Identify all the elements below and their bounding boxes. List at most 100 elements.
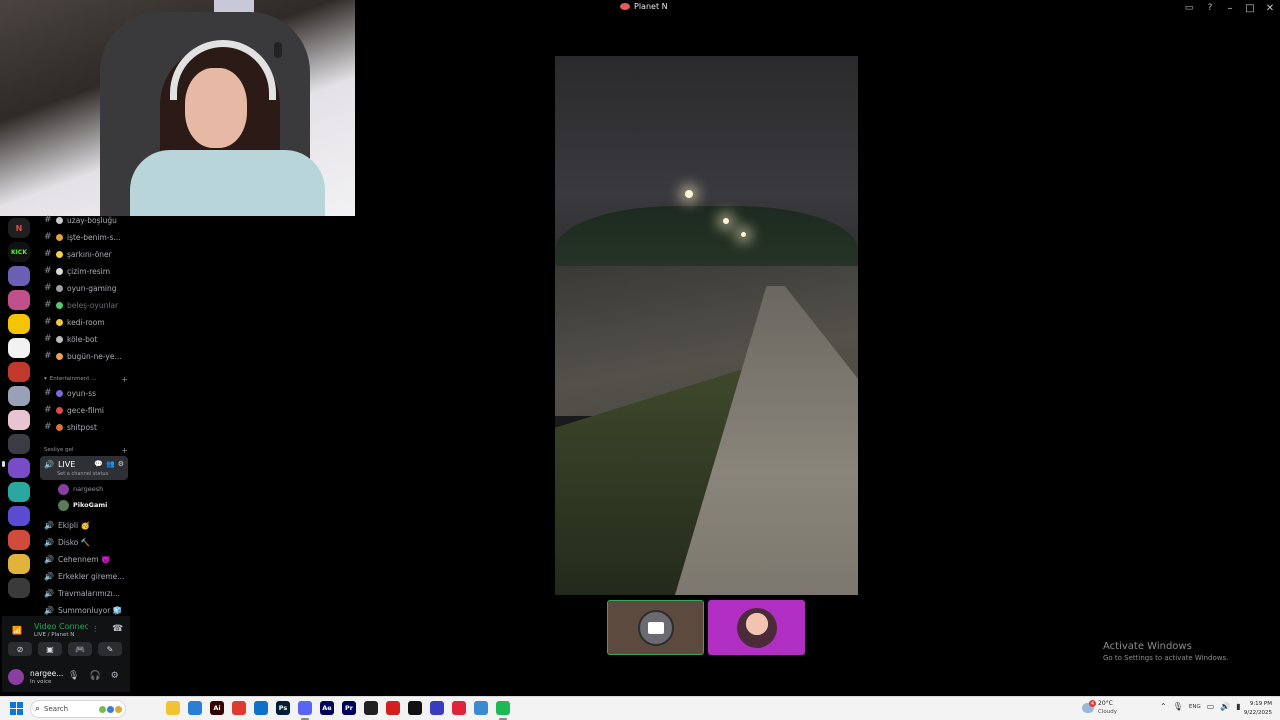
microphone-icon[interactable]: 🎙	[68, 671, 79, 681]
close-button[interactable]: ✕	[1260, 0, 1280, 16]
server-icon[interactable]: N	[8, 218, 30, 238]
taskbar-app-icon[interactable]: Ae	[320, 701, 334, 715]
channel-name: Cehennem 👿	[57, 554, 111, 564]
channel-status-placeholder[interactable]: Set a channel status	[57, 471, 108, 477]
taskbar-app-icon[interactable]	[386, 701, 400, 715]
server-icon[interactable]	[8, 530, 30, 550]
help-icon[interactable]: ?	[1200, 0, 1220, 16]
voice-channel[interactable]: 🔊 Cehennem 👿	[44, 552, 128, 566]
text-channel[interactable]: # şarkını-öner	[44, 247, 132, 261]
hash-icon: #	[44, 317, 52, 327]
taskbar-app-icon[interactable]	[474, 701, 488, 715]
text-channel[interactable]: # köle-bot	[44, 332, 132, 346]
taskbar-clock[interactable]: 9:19 PM 9/22/2025	[1238, 700, 1272, 718]
server-icon[interactable]	[8, 314, 30, 334]
taskbar-app-icon[interactable]: Ps	[276, 701, 290, 715]
activate-title: Activate Windows	[1103, 641, 1192, 652]
avatar[interactable]	[8, 669, 24, 685]
voice-channel[interactable]: 🔊 Travmalarımızı...	[44, 586, 128, 600]
active-voice-channel[interactable]: 🔊 LIVE Set a channel status 💬 👥 ⚙	[40, 456, 128, 480]
chevron-up-icon[interactable]: ⌃	[1160, 702, 1167, 711]
taskbar-app-icon[interactable]	[166, 701, 180, 715]
username[interactable]: nargee...	[30, 669, 64, 678]
taskbar-app-icon[interactable]: Pr	[342, 701, 356, 715]
taskbar-app-icon[interactable]	[298, 701, 312, 715]
channel-name: gece-filmi	[67, 405, 105, 415]
category-entertainment[interactable]: ▾ Entertainment ... +	[44, 374, 128, 384]
soundboard-button[interactable]: ✎	[98, 642, 122, 656]
disconnect-icon[interactable]: ☎	[112, 624, 123, 634]
text-channel[interactable]: # işte-benim-s...	[44, 230, 132, 244]
invite-icon[interactable]: 👥	[106, 460, 115, 468]
search-highlight-icon	[99, 705, 122, 713]
maximize-button[interactable]: □	[1240, 0, 1260, 16]
voice-channel[interactable]: 🔊 Ekipli 🥳	[44, 518, 128, 532]
voice-status-title[interactable]: Video Connected	[34, 622, 88, 631]
voice-channel[interactable]: 🔊 Disko 🔨	[44, 535, 128, 549]
monitor-icon[interactable]: ▭	[1207, 702, 1215, 711]
noise-suppression-icon[interactable]: ⫶	[94, 625, 96, 635]
server-icon[interactable]	[8, 506, 30, 526]
inbox-icon[interactable]: ▭	[1178, 0, 1200, 16]
add-channel-icon[interactable]: +	[121, 446, 128, 455]
weather-widget[interactable]: 4 20°C Cloudy	[1082, 699, 1162, 719]
server-icon[interactable]	[8, 386, 30, 406]
volume-icon[interactable]: 🔊	[1220, 702, 1230, 711]
chat-icon[interactable]: 💬	[94, 460, 103, 468]
windows-start-icon[interactable]	[10, 702, 23, 715]
taskbar-app-icon[interactable]	[254, 701, 268, 715]
voice-member[interactable]: PikoGami	[58, 498, 128, 512]
voice-channel[interactable]: 🔊 Summonluyor 🧊	[44, 603, 128, 617]
server-icon[interactable]	[8, 362, 30, 382]
settings-icon[interactable]: ⚙	[118, 460, 124, 468]
voice-member[interactable]: nargeesh	[58, 482, 128, 496]
headphones-icon[interactable]: 🎧	[89, 671, 100, 681]
text-channel[interactable]: # beleş-oyunlar	[44, 298, 132, 312]
server-icon[interactable]	[8, 410, 30, 430]
server-icon[interactable]	[8, 554, 30, 574]
text-channel[interactable]: # oyun-gaming	[44, 281, 132, 295]
taskbar-app-icon[interactable]	[430, 701, 444, 715]
activity-button[interactable]: 🎮	[68, 642, 92, 656]
participant-tile-nargeesh[interactable]	[708, 600, 805, 655]
text-channel[interactable]: # kedi-room	[44, 315, 132, 329]
server-icon[interactable]: KICK	[8, 242, 30, 262]
server-icon[interactable]	[8, 434, 30, 454]
camera-off-button[interactable]: ⊘	[8, 642, 32, 656]
microphone-tray-icon[interactable]: 🎙	[1173, 702, 1183, 711]
taskbar-app-icon[interactable]: Ai	[210, 701, 224, 715]
server-icon[interactable]	[8, 458, 30, 478]
text-channel[interactable]: # gece-filmi	[44, 403, 132, 417]
taskbar-app-icon[interactable]	[232, 701, 246, 715]
server-icon[interactable]	[8, 290, 30, 310]
taskbar-app-icon[interactable]	[364, 701, 378, 715]
gear-icon[interactable]: ⚙	[111, 671, 119, 681]
taskbar-app-icon[interactable]	[188, 701, 202, 715]
text-channel[interactable]: # oyun-ss	[44, 386, 132, 400]
minimize-button[interactable]: –	[1220, 0, 1240, 16]
speaker-icon: 🔊	[44, 554, 54, 564]
text-channel[interactable]: # shitpost	[44, 420, 132, 434]
text-channel[interactable]: # bugün-ne-ye...	[44, 349, 132, 363]
text-channel[interactable]: # çizim-resim	[44, 264, 132, 278]
server-icon[interactable]	[8, 338, 30, 358]
language-indicator[interactable]: ENG	[1189, 704, 1201, 710]
screen-share-button[interactable]: ▣	[38, 642, 62, 656]
taskbar-app-icon[interactable]	[408, 701, 422, 715]
voice-status-location[interactable]: LIVE / Planet N	[34, 632, 74, 638]
taskbar-app-icon[interactable]	[496, 701, 510, 715]
main-video-stream[interactable]	[555, 56, 858, 595]
participant-tile-camera[interactable]	[607, 600, 704, 655]
add-channel-icon[interactable]: +	[121, 375, 128, 384]
server-icon[interactable]	[8, 266, 30, 286]
participant-avatar	[637, 609, 674, 646]
taskbar-app-icon[interactable]	[452, 701, 466, 715]
server-icon[interactable]	[8, 482, 30, 502]
server-icon[interactable]	[8, 578, 30, 598]
category-voice[interactable]: Sesliye gel +	[44, 445, 128, 455]
signal-icon[interactable]: 📶	[12, 626, 22, 635]
taskbar-search[interactable]: ⌕ Search	[30, 700, 126, 718]
channel-name: beleş-oyunlar	[67, 300, 119, 310]
voice-channel[interactable]: 🔊 Erkekler gireme...	[44, 569, 128, 583]
text-channel[interactable]: # uzay-boşluğu	[44, 213, 132, 227]
